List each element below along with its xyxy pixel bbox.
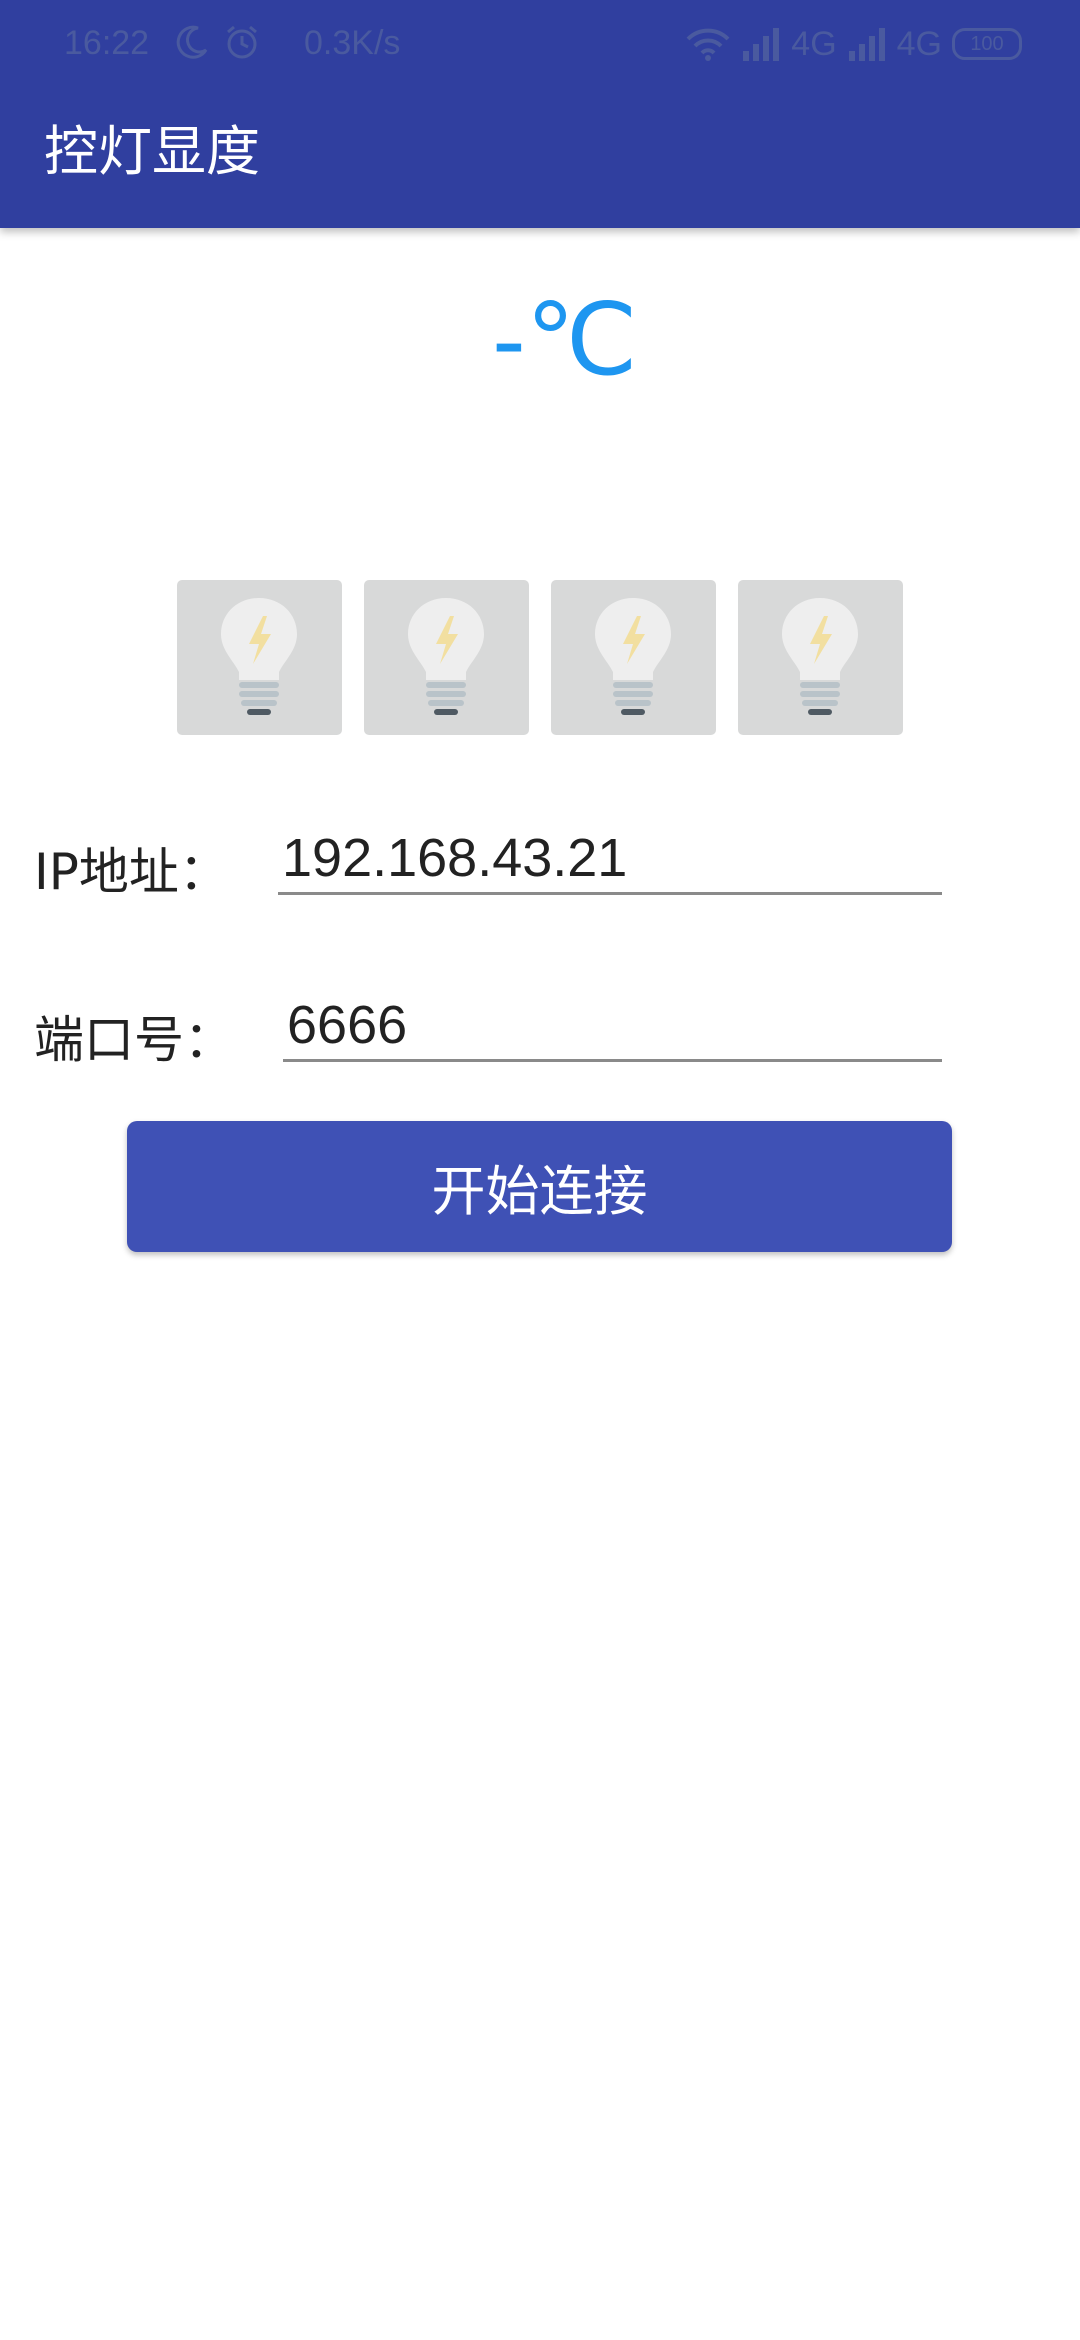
status-net-speed: 0.3K/s: [304, 24, 401, 62]
wifi-icon: [686, 28, 730, 61]
lightbulb-icon: [782, 598, 858, 715]
status-bar: 16:22 0.3K/s 4G 4G 100: [0, 0, 1080, 88]
light-1-button[interactable]: [177, 580, 342, 735]
page-title: 控灯显度: [44, 120, 260, 183]
status-time: 16:22: [64, 24, 150, 62]
port-input[interactable]: [283, 990, 942, 1062]
light-3-button[interactable]: [551, 580, 716, 735]
signal-icon: [743, 28, 780, 61]
signal-icon: [848, 28, 885, 61]
light-2-button[interactable]: [364, 580, 529, 735]
network-type-1: 4G: [791, 24, 837, 63]
status-right-group: 4G 4G 100: [685, 22, 1022, 66]
lightbulb-icon: [595, 598, 671, 715]
temperature-readout: -℃: [492, 284, 638, 396]
light-4-button[interactable]: [738, 580, 903, 735]
battery-icon: 100: [952, 28, 1022, 60]
lightbulb-icon: [221, 598, 297, 715]
lightbulb-icon: [408, 598, 484, 715]
network-type-2: 4G: [896, 24, 942, 63]
connect-button[interactable]: 开始连接: [127, 1121, 952, 1252]
ip-address-input[interactable]: [278, 823, 942, 895]
moon-icon: [176, 25, 208, 59]
ip-label: IP地址：: [34, 843, 229, 901]
alarm-icon: [227, 25, 257, 59]
port-label: 端口号：: [34, 1011, 234, 1069]
app-bar: 16:22 0.3K/s 4G 4G 100 控灯显度: [0, 0, 1080, 228]
